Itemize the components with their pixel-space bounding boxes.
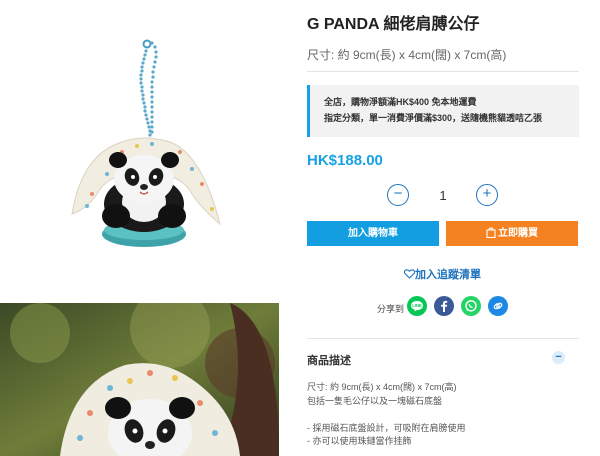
buy-now-label: 立即購買 [498,228,538,239]
buy-now-button[interactable]: 立即購買 [446,221,578,246]
product-size: 尺寸: 約 9cm(長) x 4cm(闊) x 7cm(高) [307,48,507,62]
description-line: 包括一隻毛公仔以及一塊磁石底盤 [307,395,443,406]
share-label: 分享到 [377,304,405,314]
promotion-line: 指定分類，單一消費淨價滿$300，送隨機熊貓透咭乙張 [324,113,543,123]
add-to-cart-button[interactable]: 加入購物車 [307,221,439,246]
add-to-cart-label: 加入購物車 [348,228,398,239]
divider [307,71,579,72]
description-line: 尺寸: 約 9cm(長) x 4cm(闊) x 7cm(高) [307,382,457,392]
link-icon[interactable] [488,296,508,316]
product-price: HK$188.00 [307,152,383,169]
quantity-value[interactable]: 1 [427,188,459,203]
panda-keychain-illustration [71,39,221,247]
whatsapp-icon[interactable] [461,296,481,316]
product-image-lifestyle[interactable] [0,303,279,456]
svg-text:LINE: LINE [412,303,422,308]
description-line: - 亦可以使用珠鏈當作挂飾 [307,436,412,446]
quantity-stepper: − 1 + [387,184,499,208]
quantity-decrease-button[interactable]: − [387,184,409,206]
product-image-main[interactable] [52,34,227,252]
quantity-increase-button[interactable]: + [476,184,498,206]
wishlist-label: 加入追蹤清單 [415,269,481,281]
facebook-icon[interactable] [434,296,454,316]
description-line: - 採用磁石底盤設計，可吸附在肩膀使用 [307,422,466,433]
shopping-bag-icon [486,227,496,239]
divider [307,338,579,339]
product-title: G PANDA 細佬肩膊公仔 [307,16,480,33]
line-icon[interactable]: LINE [407,296,427,316]
heart-icon [403,269,416,279]
promotion-line: 全店，購物淨額滿HK$400 免本地運費 [324,97,477,107]
description-body: 尺寸: 約 9cm(長) x 4cm(闊) x 7cm(高) 包括一隻毛公仔以及… [307,381,579,449]
add-to-wishlist-link[interactable]: 加入追蹤清單 [403,266,481,282]
description-line [307,408,579,422]
promotion-notice: 全店，購物淨額滿HK$400 免本地運費 指定分類，單一消費淨價滿$300，送隨… [307,85,579,137]
description-collapse-button[interactable]: − [552,351,565,364]
panda-on-shoulder-photo [0,303,279,456]
description-heading: 商品描述 [307,355,351,367]
